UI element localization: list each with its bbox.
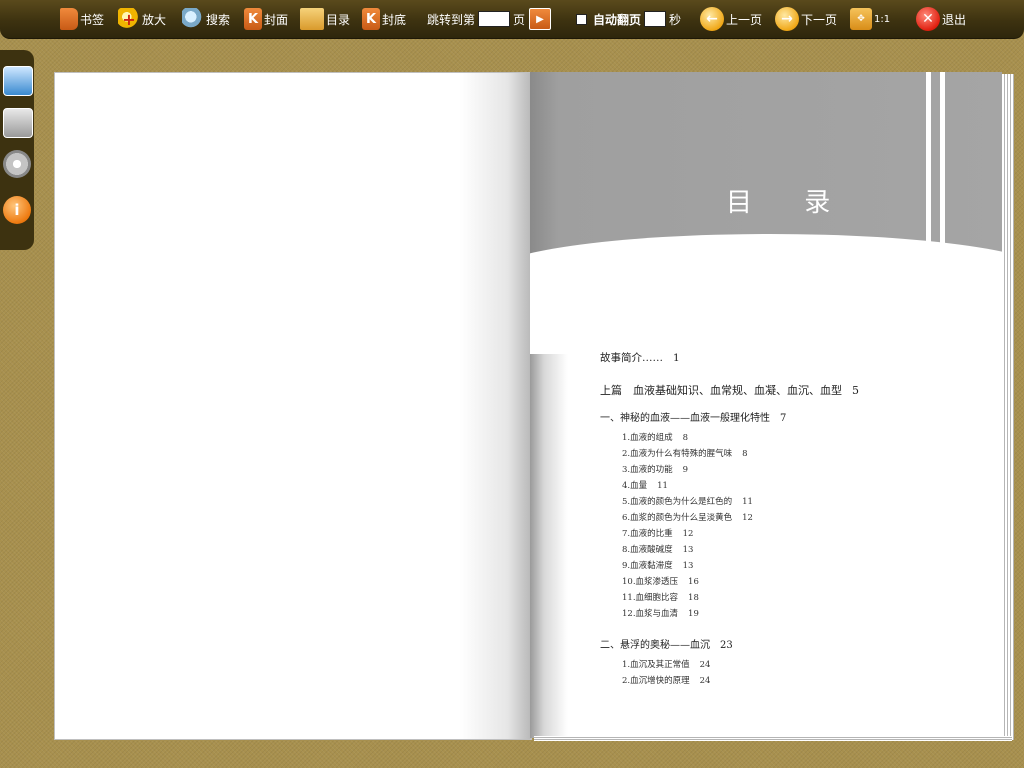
toc-entry: 4.血量 11 (622, 481, 668, 491)
bookmark-button[interactable]: 书签 (60, 5, 104, 33)
page-bottom-stack (534, 736, 1012, 741)
toc-entry: 一、神秘的血液——血液一般理化特性 7 (600, 413, 787, 424)
cover-icon: K (244, 8, 262, 30)
exit-icon: ✕ (916, 7, 940, 31)
back-cover-icon: K (362, 8, 380, 30)
decor-stripe (926, 72, 931, 244)
play-icon[interactable]: ▶ (529, 8, 552, 30)
side-toolbar: i (0, 50, 34, 250)
next-arrow-icon: → (775, 7, 799, 31)
cover-label: 封面 (264, 12, 289, 27)
jump-control: 跳转到第 页 ▶ (427, 5, 553, 33)
seconds-label: 秒 (669, 12, 682, 27)
book-viewer: 目 录 故事简介…… 1 上篇 血液基础知识、血常规、血凝、血沉、血型 5 一、神秘… (54, 72, 1016, 741)
page-unit-label: 页 (513, 12, 526, 27)
search-label: 搜索 (206, 12, 231, 27)
auto-flip-control: 自动翻页 秒 (576, 5, 681, 33)
toc-entry: 12.血浆与血清 19 (622, 609, 699, 619)
exit-button[interactable]: ✕ 退出 (916, 5, 966, 33)
toc-entry: 2.血沉增快的原理 24 (622, 676, 711, 686)
fit-button[interactable]: ✥ 1:1 (850, 5, 890, 33)
ratio-label: 1:1 (874, 13, 891, 25)
toc-entry: 11.血细胞比容 18 (622, 593, 699, 603)
toc-entry: 故事简介…… 1 (600, 352, 680, 364)
toc-entry: 9.血液黏滞度 13 (622, 561, 694, 571)
toc-entry: 10.血浆渗透压 16 (622, 577, 699, 587)
toc-entry: 二、悬浮的奥秘——血沉 23 (600, 640, 733, 651)
prev-page-button[interactable]: ← 上一页 (700, 5, 762, 33)
auto-flip-checkbox[interactable] (576, 13, 587, 25)
toc-entry: 7.血液的比重 12 (622, 529, 694, 539)
prev-label: 上一页 (726, 12, 763, 27)
zoom-button[interactable]: + 放大 (118, 5, 166, 33)
fit-icon: ✥ (850, 8, 872, 30)
zoom-icon: + (118, 8, 140, 30)
header-band (530, 72, 1002, 257)
search-icon (182, 8, 204, 30)
toc-title: 目 录 (726, 188, 853, 218)
toolbar: 书签 + 放大 搜索 K 封面 目录 K 封底 跳转到第 页 ▶ 自动翻页 秒 … (0, 0, 1024, 39)
decor-stripe (940, 72, 945, 246)
toc-entry: 2.血液为什么有特殊的腥气味 8 (622, 449, 748, 459)
search-button[interactable]: 搜索 (182, 5, 230, 33)
next-page-button[interactable]: → 下一页 (775, 5, 837, 33)
toc-entry: 1.血沉及其正常值 24 (622, 660, 711, 670)
back-cover-button[interactable]: K 封底 (362, 5, 406, 33)
seconds-input[interactable] (644, 11, 667, 27)
page-number-input[interactable] (478, 11, 511, 27)
cover-button[interactable]: K 封面 (244, 5, 288, 33)
image-icon[interactable] (3, 66, 33, 96)
toc-label: 目录 (326, 12, 351, 27)
back-cover-label: 封底 (382, 12, 407, 27)
next-label: 下一页 (801, 12, 838, 27)
left-page[interactable] (54, 72, 532, 740)
jump-label: 跳转到第 (427, 12, 476, 27)
info-icon[interactable]: i (3, 196, 31, 224)
right-page[interactable]: 目 录 故事简介…… 1 上篇 血液基础知识、血常规、血凝、血沉、血型 5 一、神秘… (530, 72, 1002, 738)
gear-icon[interactable] (3, 150, 31, 178)
zoom-label: 放大 (142, 12, 167, 27)
exit-label: 退出 (942, 12, 967, 27)
toc-entry: 5.血液的颜色为什么是红色的 11 (622, 497, 753, 507)
toc-button[interactable]: 目录 (300, 5, 350, 33)
toc-entry: 3.血液的功能 9 (622, 465, 689, 475)
auto-flip-label: 自动翻页 (593, 12, 642, 27)
toc-entry: 6.血浆的颜色为什么呈淡黄色 12 (622, 513, 753, 523)
prev-arrow-icon: ← (700, 7, 724, 31)
toc-entry: 1.血液的组成 8 (622, 433, 689, 443)
toc-entry: 8.血液酸碱度 13 (622, 545, 694, 555)
header-curve (530, 234, 1002, 354)
page-edge-stack (1002, 74, 1014, 740)
bookmark-label: 书签 (80, 12, 105, 27)
print-icon[interactable] (3, 108, 33, 138)
toc-icon (300, 8, 324, 30)
bookmark-icon (60, 8, 78, 30)
toc-entry: 上篇 血液基础知识、血常规、血凝、血沉、血型 5 (600, 384, 859, 397)
